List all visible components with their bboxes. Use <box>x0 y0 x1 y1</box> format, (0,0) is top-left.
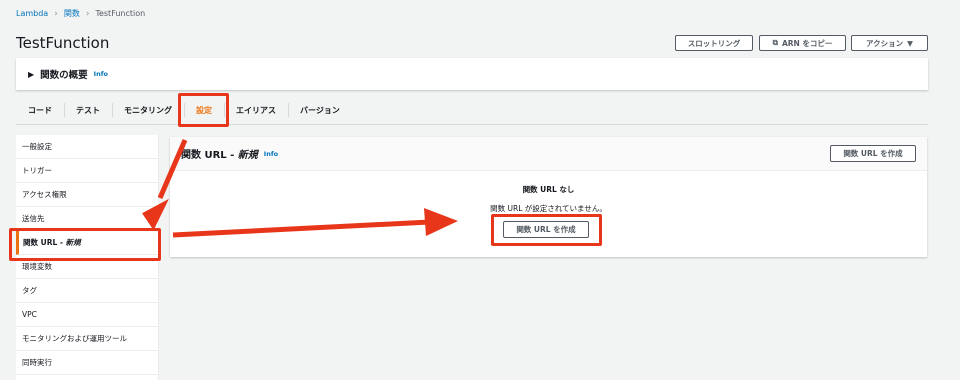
arrowhead-to-button <box>424 208 458 236</box>
arrow-line-to-sidebar <box>157 139 188 199</box>
arrowhead-to-sidebar <box>142 198 169 231</box>
arrow-line-to-button <box>172 219 431 238</box>
annotation-arrows <box>142 139 458 238</box>
